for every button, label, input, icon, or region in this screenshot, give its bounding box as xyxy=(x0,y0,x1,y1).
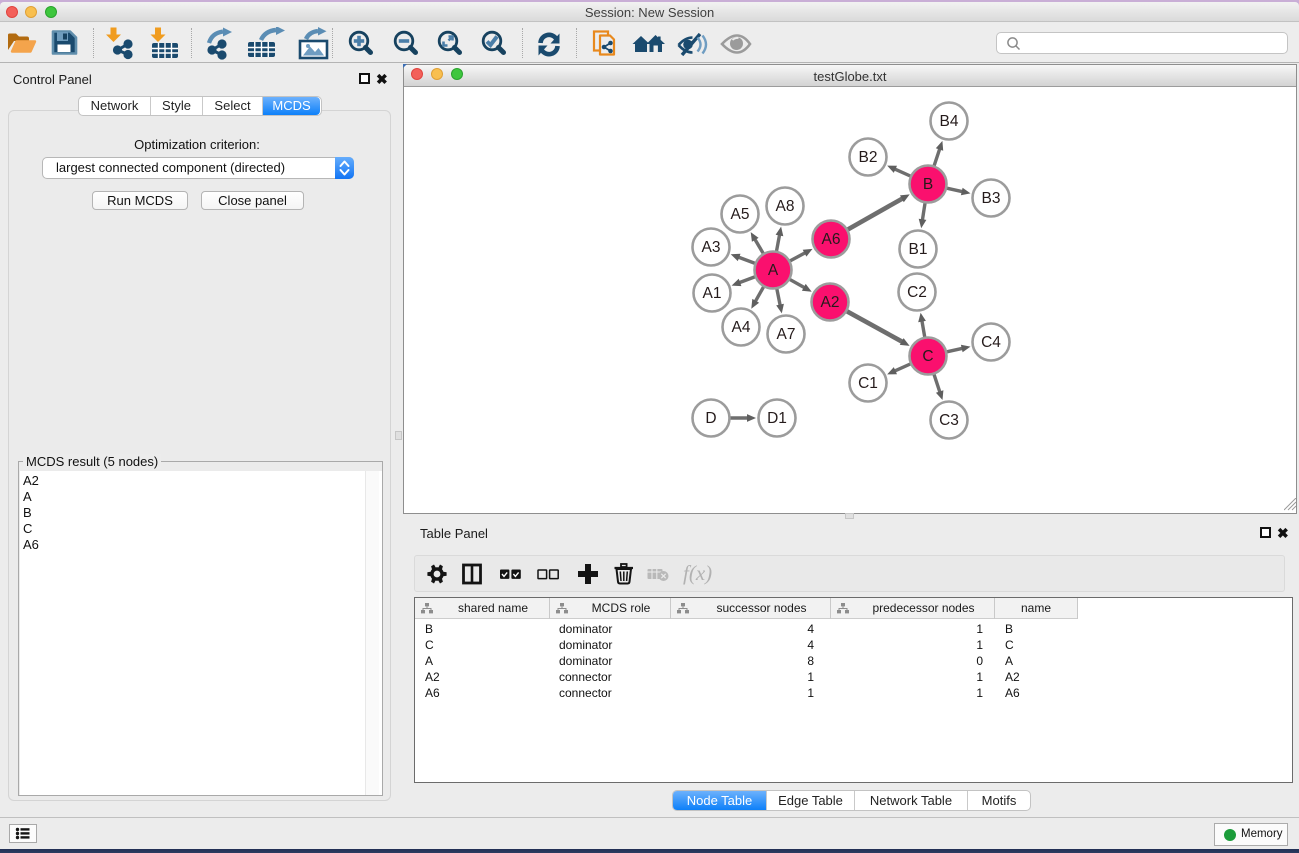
svg-text:B1: B1 xyxy=(909,241,928,258)
svg-text:B3: B3 xyxy=(982,190,1001,207)
svg-text:C1: C1 xyxy=(858,375,878,392)
svg-text:D1: D1 xyxy=(767,410,787,427)
svg-text:C3: C3 xyxy=(939,412,959,429)
svg-text:A: A xyxy=(768,262,779,279)
svg-text:B2: B2 xyxy=(859,149,878,166)
svg-text:A2: A2 xyxy=(821,294,840,311)
svg-text:B4: B4 xyxy=(940,113,959,130)
svg-text:A3: A3 xyxy=(702,239,721,256)
svg-text:A8: A8 xyxy=(776,198,795,215)
svg-text:C: C xyxy=(922,348,933,365)
svg-text:A7: A7 xyxy=(777,326,796,343)
svg-text:D: D xyxy=(705,410,716,427)
svg-text:A4: A4 xyxy=(732,319,751,336)
svg-text:A1: A1 xyxy=(703,285,722,302)
svg-text:A6: A6 xyxy=(822,231,841,248)
svg-text:f(x): f(x) xyxy=(683,561,712,585)
svg-text:C4: C4 xyxy=(981,334,1001,351)
svg-text:C2: C2 xyxy=(907,284,927,301)
svg-text:A5: A5 xyxy=(731,206,750,223)
svg-text:B: B xyxy=(923,176,933,193)
